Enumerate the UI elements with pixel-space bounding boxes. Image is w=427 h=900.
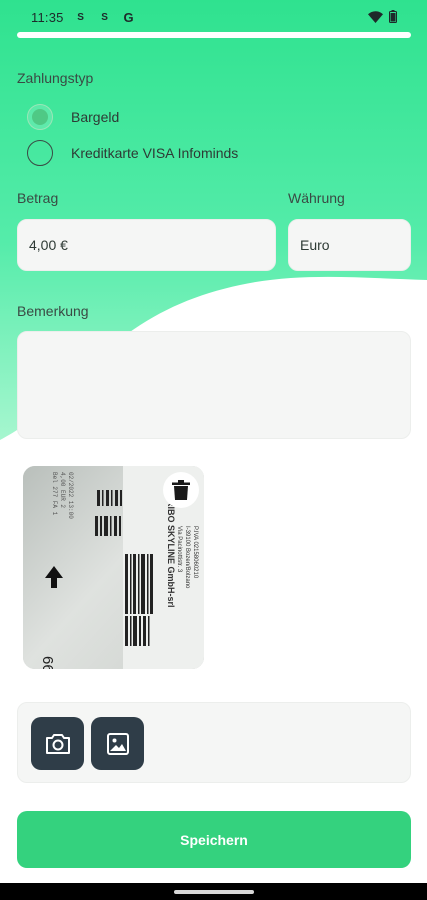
radio-button-selected[interactable]: [27, 104, 53, 130]
receipt-number: 660707: [39, 656, 56, 669]
payment-option-label: Bargeld: [71, 109, 120, 125]
status-right-icons: [368, 10, 397, 23]
camera-icon: [45, 733, 70, 754]
remark-label: Bemerkung: [17, 303, 89, 319]
receipt-line: P.IVA 02158060210: [192, 526, 198, 579]
gallery-button[interactable]: [91, 717, 144, 770]
status-time: 11:35: [31, 9, 64, 25]
status-bar: 11:35 S S G: [0, 0, 427, 34]
payment-option-label: Kreditkarte VISA Infominds: [71, 145, 239, 161]
payment-option-cash[interactable]: Bargeld: [27, 104, 119, 130]
amount-field[interactable]: 4,00 €: [17, 219, 276, 271]
system-nav-bar: [0, 883, 427, 900]
home-gesture-handle[interactable]: [174, 890, 254, 894]
receipt-line: Via Pacinottistr. 3: [176, 526, 182, 573]
google-icon: G: [123, 9, 134, 25]
radio-button[interactable]: [27, 140, 53, 166]
delete-image-button[interactable]: [163, 472, 199, 508]
currency-value: Euro: [300, 237, 330, 253]
svg-text:Bel 277 FA 1: Bel 277 FA 1: [51, 472, 58, 516]
wifi-icon: [368, 10, 383, 23]
amount-value: 4,00 €: [29, 237, 68, 253]
receipt-company: RIBO SKYLINE GmbH-srl: [166, 500, 176, 608]
sync-icon: S: [101, 11, 108, 23]
currency-label: Währung: [288, 190, 345, 206]
sync-icon: S: [77, 11, 84, 23]
amount-label: Betrag: [17, 190, 59, 206]
receipt-line: I-39100 Bozen/Bolzano: [184, 526, 190, 589]
remark-field[interactable]: [17, 331, 411, 439]
media-toolbar: [17, 702, 411, 783]
currency-field[interactable]: Euro: [288, 219, 411, 271]
image-icon: [106, 732, 129, 755]
camera-button[interactable]: [31, 717, 84, 770]
save-button[interactable]: Speichern: [17, 811, 411, 868]
trash-icon: [172, 480, 190, 500]
svg-text:4,00 EUR 2: 4,00 EUR 2: [59, 472, 66, 508]
battery-icon: [389, 10, 397, 23]
svg-text:02/2022 13:00: 02/2022 13:00: [67, 472, 74, 519]
payment-option-credit-card[interactable]: Kreditkarte VISA Infominds: [27, 140, 238, 166]
payment-type-label: Zahlungstyp: [17, 70, 94, 86]
